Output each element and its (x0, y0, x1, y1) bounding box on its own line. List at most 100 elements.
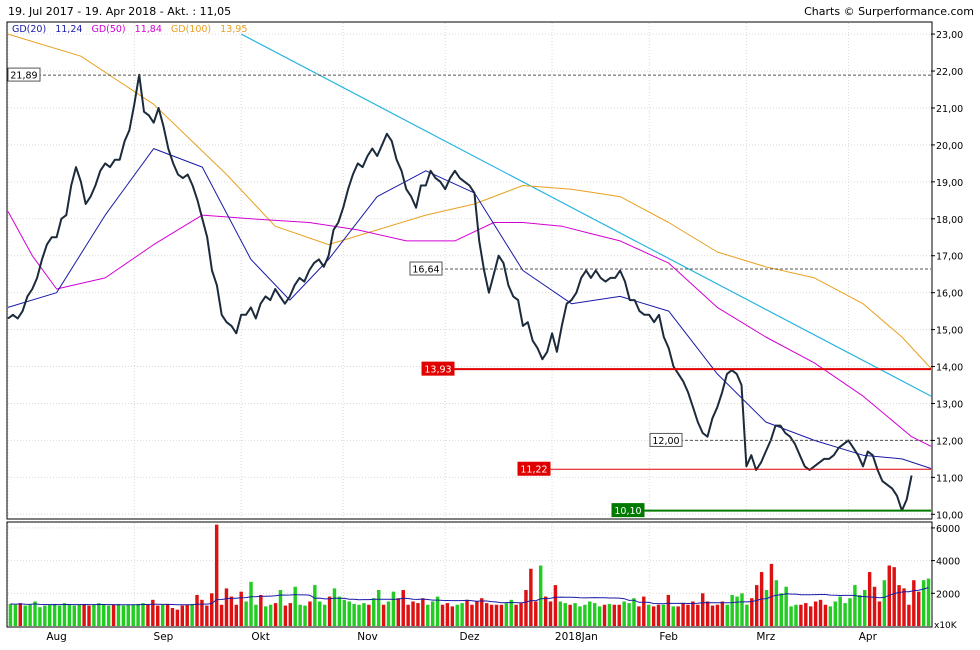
volume-bar (298, 604, 302, 626)
volume-bar (754, 585, 759, 626)
volume-bar (460, 603, 464, 626)
volume-bar (563, 603, 567, 626)
volume-bar (214, 524, 219, 626)
x-tick-label: Mrz (756, 631, 775, 643)
volume-bar (43, 605, 47, 626)
volume-bar (917, 591, 921, 626)
volume-bar (13, 604, 18, 626)
volume-bar (730, 594, 734, 626)
volume-bar (646, 604, 651, 626)
volume-bar (465, 599, 469, 626)
volume-bar (720, 601, 725, 626)
level-label: 10,10 (614, 506, 641, 517)
volume-bar (578, 606, 582, 626)
volume-bar (111, 604, 116, 626)
volume-bar (612, 604, 617, 626)
volume-bar (205, 605, 209, 626)
volume-bar (769, 563, 774, 626)
volume-bar (656, 604, 661, 626)
volume-bar (779, 593, 783, 626)
volume-bar (794, 604, 798, 626)
volume-bar (102, 604, 106, 626)
volume-bar (219, 604, 224, 626)
volume-bar (180, 605, 185, 626)
volume-bar (121, 605, 126, 626)
volume-y-tick-label: 6000 (936, 524, 960, 535)
volume-bar (244, 601, 248, 626)
volume-bar (740, 593, 744, 626)
volume-bar (686, 604, 690, 626)
volume-bar (524, 590, 528, 626)
volume-bar (666, 594, 671, 626)
volume-bar (475, 601, 479, 626)
y-tick-label: 23,00 (936, 30, 963, 41)
chart-stage: 21,89 16,64 13,93 12,00 11,22 10,10 23,00 22,0… (0, 0, 980, 650)
volume-bar (808, 606, 813, 626)
volume-bar (106, 605, 111, 626)
y-tick-label: 11,00 (936, 473, 963, 484)
volume-bar (303, 605, 307, 626)
volume-bar (632, 598, 636, 626)
volume-bar (750, 598, 754, 626)
volume-bar (921, 580, 926, 626)
y-tick-label: 19,00 (936, 178, 963, 189)
volume-bar (426, 604, 430, 626)
volume-bar (548, 601, 553, 626)
volume-bar (681, 603, 685, 626)
y-tick-label: 16,00 (936, 289, 963, 300)
y-tick-label: 12,00 (936, 436, 963, 447)
volume-bar (863, 590, 867, 626)
volume-bar (38, 607, 42, 626)
volume-bar (735, 596, 739, 626)
volume-bar (367, 604, 371, 626)
y-tick-label: 14,00 (936, 363, 963, 374)
level-label: 16,64 (412, 265, 439, 276)
volume-bar (470, 604, 474, 626)
volume-bar (254, 604, 258, 626)
volume-bar (774, 580, 779, 626)
y-tick-label: 10,00 (936, 510, 963, 521)
volume-bar (87, 605, 91, 626)
volume-bar (597, 606, 602, 626)
volume-bar (813, 601, 818, 626)
volume-bar (273, 603, 278, 626)
volume-bar (229, 596, 234, 626)
volume-bar (18, 603, 22, 626)
volume-bar (848, 598, 852, 626)
volume-bar (381, 604, 386, 626)
volume-bar (902, 588, 906, 626)
level-label: 12,00 (652, 436, 679, 447)
volume-bar (489, 604, 494, 626)
volume-bar (607, 603, 612, 626)
volume-y-tick-label: 2000 (936, 589, 960, 600)
volume-bar (92, 604, 96, 626)
volume-bar (151, 599, 155, 626)
y-tick-label: 20,00 (936, 141, 963, 152)
y-tick-label: 21,00 (936, 104, 963, 115)
volume-bar (97, 603, 101, 626)
volume-bar (131, 604, 135, 626)
volume-bar (77, 604, 81, 626)
volume-bar (907, 604, 911, 626)
volume-bar (592, 603, 597, 626)
volume-bar (52, 603, 57, 626)
volume-bar (82, 603, 86, 626)
volume-bar (362, 603, 366, 626)
volume-bar (843, 603, 847, 626)
volume-bar (764, 590, 769, 626)
volume-bar (401, 590, 405, 626)
volume-bar (538, 565, 543, 626)
volume-bar (195, 594, 199, 626)
volume-panel (6, 521, 933, 628)
volume-bar (327, 596, 332, 626)
volume-bar (57, 605, 62, 626)
volume-bar (136, 603, 140, 626)
volume-bar (529, 568, 533, 626)
volume-bar (705, 601, 710, 626)
volume-bar (116, 603, 121, 626)
volume-bar (700, 593, 705, 626)
volume-bar (499, 604, 504, 626)
brand-text: Charts © Surperformance.com (804, 5, 974, 18)
volume-bar (175, 609, 180, 626)
volume-bar (126, 604, 131, 626)
